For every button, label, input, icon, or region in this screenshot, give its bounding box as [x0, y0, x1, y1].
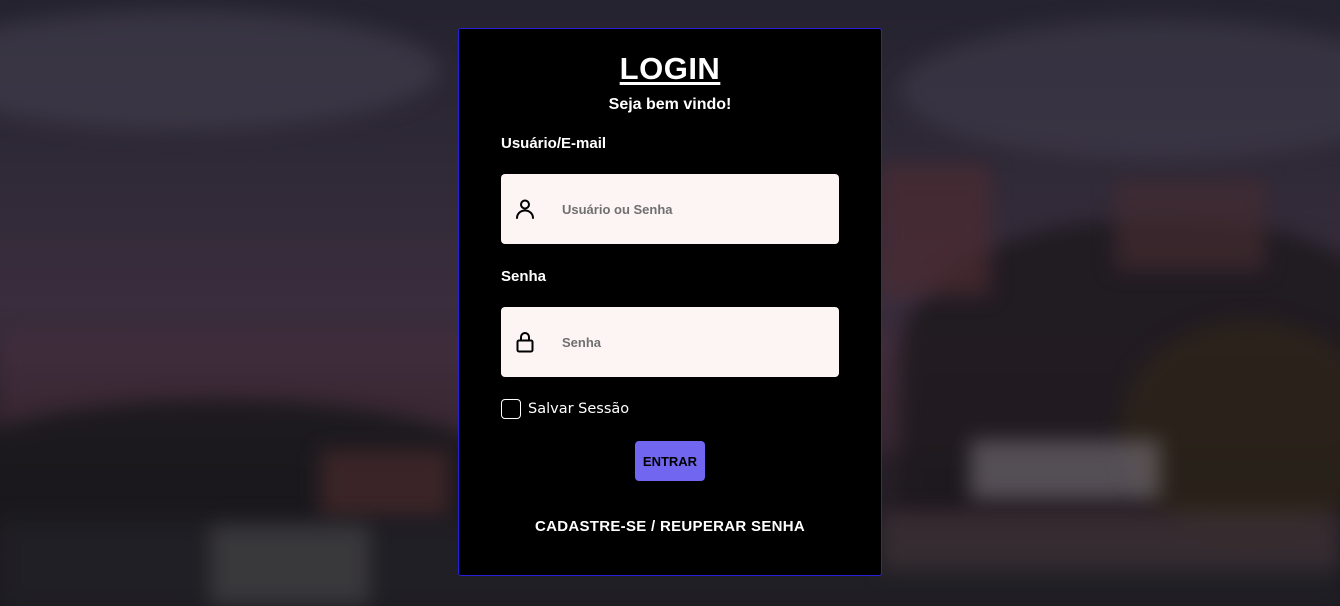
- enter-button[interactable]: ENTRAR: [635, 441, 705, 481]
- user-icon: [513, 197, 537, 221]
- password-field[interactable]: [501, 307, 839, 377]
- password-input[interactable]: [559, 307, 827, 377]
- remember-session-label: Salvar Sessão: [528, 401, 630, 417]
- username-input[interactable]: [559, 174, 827, 244]
- username-label: Usuário/E-mail: [501, 135, 607, 152]
- recover-password-link[interactable]: REUPERAR SENHA: [660, 518, 805, 535]
- login-title: LOGIN: [619, 51, 721, 86]
- remember-session-checkbox[interactable]: [501, 399, 521, 419]
- password-label: Senha: [501, 268, 547, 285]
- welcome-subtitle: Seja bem vindo!: [608, 96, 732, 113]
- signup-link[interactable]: CADASTRE-SE: [535, 518, 647, 535]
- lock-icon: [513, 330, 537, 354]
- username-field[interactable]: [501, 174, 839, 244]
- footer-links: CADASTRE-SE / REUPERAR SENHA: [459, 518, 881, 535]
- remember-session[interactable]: Salvar Sessão: [501, 398, 629, 420]
- link-separator: /: [651, 518, 660, 535]
- login-card: LOGIN Seja bem vindo! Usuário/E-mail Sen…: [458, 28, 882, 576]
